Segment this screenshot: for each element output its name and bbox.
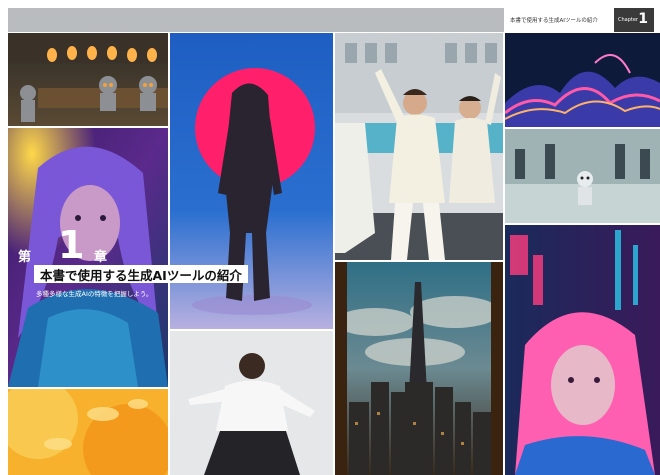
photo-robots-chess [505, 129, 660, 223]
photo-robot-street-food [8, 33, 168, 126]
photo-city-skyscraper [335, 262, 503, 475]
chapter-suffix: 章 [94, 250, 108, 265]
photo-orange-slice [8, 389, 168, 475]
photo-dancers-white-suits [335, 33, 503, 260]
running-header-title: 本書で使用する生成AIツールの紹介 [510, 18, 598, 24]
chapter-title-bar: 本書で使用する生成AIツールの紹介 [34, 265, 248, 283]
chapter-title: 本書で使用する生成AIツールの紹介 [40, 268, 242, 283]
photo-neon-pink-hair-girl [505, 225, 660, 475]
chapter-subtitle: 多種多様な生成AIの特徴を把握しよう。 [36, 290, 153, 298]
top-gray-band [8, 8, 504, 32]
book-spread-page: 本書で使用する生成AIツールの紹介 Chapter 1 第 1 章 本書で使用す… [0, 0, 660, 475]
chapter-prefix: 第 [18, 250, 32, 265]
photo-neon-waves [505, 33, 660, 127]
chapter-number: 1 [58, 223, 85, 267]
chapter-badge-number: 1 [638, 11, 648, 27]
photo-hooded-figure-pink-sun [170, 33, 333, 329]
chapter-badge-label: Chapter [618, 17, 638, 23]
photo-man-white-tshirt [170, 331, 333, 475]
chapter-badge: Chapter 1 [614, 8, 654, 32]
photo-anime-girl-purple [8, 128, 168, 387]
